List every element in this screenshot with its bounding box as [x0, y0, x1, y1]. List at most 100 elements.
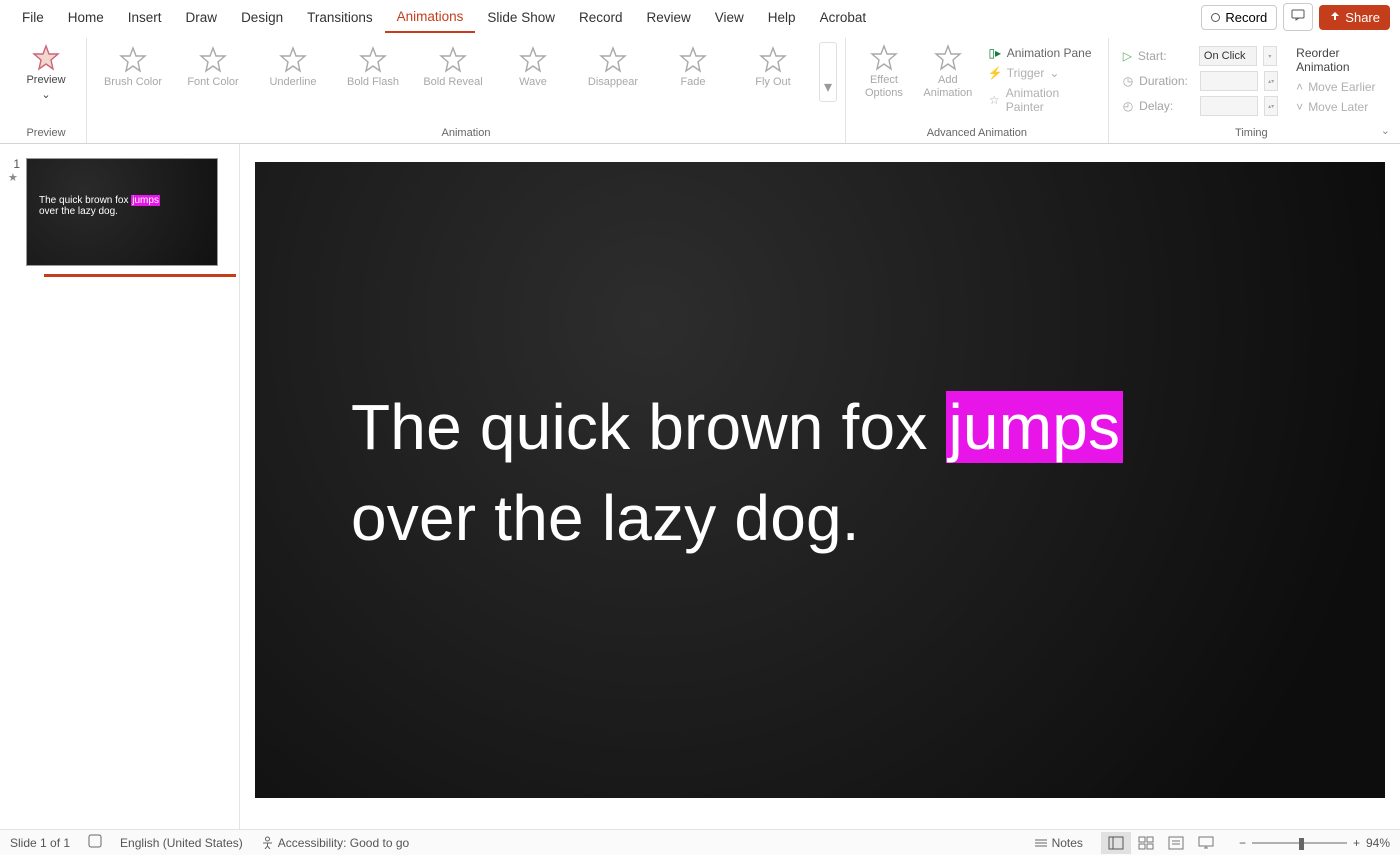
ribbon-group-timing: ▷ Start: On Click ▾ ◷ Duration: ▴▾ ◴ Del… — [1109, 38, 1394, 143]
animation-painter-button[interactable]: ☆Animation Painter — [988, 86, 1094, 114]
person-icon — [261, 836, 274, 849]
group-label-preview: Preview — [26, 124, 65, 143]
zoom-control: − + 94% — [1239, 836, 1390, 850]
effect-options-button[interactable]: Effect Options — [854, 42, 914, 102]
comments-button[interactable] — [1283, 3, 1313, 31]
reading-view-button[interactable] — [1161, 832, 1191, 854]
tab-review[interactable]: Review — [635, 3, 703, 32]
chevron-down-icon: ⌄ — [1049, 66, 1059, 80]
duration-input[interactable] — [1200, 71, 1258, 91]
preview-label: Preview — [26, 74, 65, 87]
anim-font-color[interactable]: Font Color — [175, 42, 251, 92]
delay-input[interactable] — [1200, 96, 1258, 116]
move-earlier-button[interactable]: ˄Move Earlier — [1296, 80, 1378, 94]
animation-gallery-more[interactable]: ▾ — [819, 42, 837, 102]
start-label: Start: — [1138, 49, 1193, 63]
anim-fly-out[interactable]: Fly Out — [735, 42, 811, 92]
tab-help[interactable]: Help — [756, 3, 808, 32]
effect-options-label: Effect Options — [865, 74, 903, 100]
tab-file[interactable]: File — [10, 3, 56, 32]
view-buttons — [1101, 832, 1221, 854]
animation-pane-button[interactable]: ▯▸Animation Pane — [988, 46, 1094, 60]
tab-record[interactable]: Record — [567, 3, 635, 32]
chevron-up-icon: ˄ — [1296, 80, 1303, 94]
anim-fade[interactable]: Fade — [655, 42, 731, 92]
zoom-value[interactable]: 94% — [1366, 836, 1390, 850]
accessibility-indicator[interactable]: Accessibility: Good to go — [261, 836, 409, 850]
group-label-animation: Animation — [442, 124, 491, 143]
tab-animations[interactable]: Animations — [385, 2, 476, 33]
ribbon-group-preview: Preview ⌄ Preview — [6, 38, 87, 143]
star-icon — [199, 46, 227, 74]
preview-button[interactable]: Preview ⌄ — [14, 42, 78, 104]
zoom-in-button[interactable]: + — [1353, 836, 1360, 850]
star-icon — [359, 46, 387, 74]
anim-wave[interactable]: Wave — [495, 42, 571, 92]
group-label-advanced: Advanced Animation — [927, 124, 1027, 143]
start-dropdown[interactable]: On Click — [1199, 46, 1257, 66]
move-later-button[interactable]: ˅Move Later — [1296, 100, 1378, 114]
slide-thumbnail-panel: 1 ★ The quick brown fox jumps over the l… — [0, 144, 240, 829]
zoom-slider[interactable] — [1252, 842, 1347, 844]
tab-transitions[interactable]: Transitions — [295, 3, 385, 32]
ribbon-collapse-button[interactable]: ⌄ — [1381, 124, 1390, 137]
normal-view-button[interactable] — [1101, 832, 1131, 854]
tab-design[interactable]: Design — [229, 3, 295, 32]
delay-spinner[interactable]: ▴▾ — [1264, 96, 1278, 116]
delay-label: Delay: — [1139, 99, 1194, 113]
comment-icon — [1291, 9, 1305, 21]
status-bar: Slide 1 of 1 English (United States) Acc… — [0, 829, 1400, 855]
workspace: 1 ★ The quick brown fox jumps over the l… — [0, 144, 1400, 829]
menu-bar: File Home Insert Draw Design Transitions… — [0, 0, 1400, 34]
painter-icon: ☆ — [988, 93, 1001, 107]
share-label: Share — [1345, 10, 1380, 25]
animation-star-icon: ★ — [8, 171, 20, 184]
zoom-out-button[interactable]: − — [1239, 836, 1246, 850]
tab-slideshow[interactable]: Slide Show — [475, 3, 567, 32]
chevron-down-icon: ▾ — [824, 77, 832, 97]
reorder-header: Reorder Animation — [1296, 46, 1378, 74]
slide-counter[interactable]: Slide 1 of 1 — [10, 836, 70, 850]
share-button[interactable]: Share — [1319, 5, 1390, 30]
ribbon-group-animation: Brush Color Font Color Underline Bold Fl… — [87, 38, 846, 143]
share-icon — [1329, 11, 1341, 23]
clock-icon: ◴ — [1123, 99, 1133, 113]
notes-button[interactable]: Notes — [1034, 836, 1083, 850]
slide-text[interactable]: The quick brown fox jumps over the lazy … — [351, 382, 1123, 564]
sorter-view-button[interactable] — [1131, 832, 1161, 854]
text-highlighted: jumps — [946, 391, 1124, 463]
anim-bold-reveal[interactable]: Bold Reveal — [415, 42, 491, 92]
spellcheck-icon[interactable] — [88, 834, 102, 851]
duration-spinner[interactable]: ▴▾ — [1264, 71, 1278, 91]
anim-brush-color[interactable]: Brush Color — [95, 42, 171, 92]
language-indicator[interactable]: English (United States) — [120, 836, 243, 850]
slide-editor[interactable]: The quick brown fox jumps over the lazy … — [240, 144, 1400, 829]
tab-home[interactable]: Home — [56, 3, 116, 32]
slide-number: 1 — [8, 158, 20, 171]
slide-canvas[interactable]: The quick brown fox jumps over the lazy … — [255, 162, 1385, 798]
trigger-button[interactable]: ⚡Trigger ⌄ — [988, 66, 1094, 80]
clock-icon: ◷ — [1123, 74, 1133, 88]
start-dropdown-arrow[interactable]: ▾ — [1263, 46, 1277, 66]
star-icon — [870, 44, 898, 72]
add-animation-button[interactable]: Add Animation — [918, 42, 978, 102]
pane-icon: ▯▸ — [988, 46, 1002, 60]
star-plus-icon — [934, 44, 962, 72]
anim-bold-flash[interactable]: Bold Flash — [335, 42, 411, 92]
tab-acrobat[interactable]: Acrobat — [808, 3, 879, 32]
star-icon — [599, 46, 627, 74]
tab-view[interactable]: View — [703, 3, 756, 32]
record-button[interactable]: Record — [1201, 5, 1277, 30]
tab-insert[interactable]: Insert — [116, 3, 174, 32]
slideshow-view-button[interactable] — [1191, 832, 1221, 854]
tab-draw[interactable]: Draw — [174, 3, 230, 32]
play-icon: ▷ — [1123, 49, 1132, 63]
star-icon — [759, 46, 787, 74]
anim-disappear[interactable]: Disappear — [575, 42, 651, 92]
slide-thumbnail-1[interactable]: The quick brown fox jumps over the lazy … — [26, 158, 218, 266]
text-pre: The quick brown fox — [351, 391, 946, 463]
text-post: over the lazy dog. — [351, 482, 860, 554]
group-label-timing: Timing — [1235, 124, 1268, 143]
anim-underline[interactable]: Underline — [255, 42, 331, 92]
add-animation-label: Add Animation — [923, 74, 972, 100]
